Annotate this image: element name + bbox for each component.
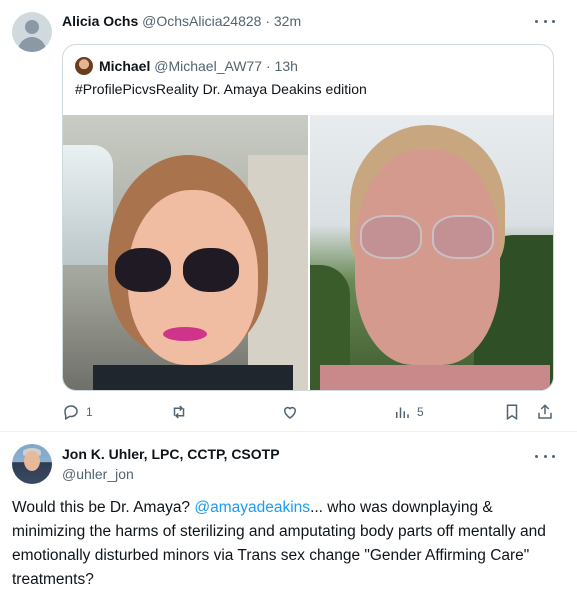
quote-text: #ProfilePicvsReality Dr. Amaya Deakins e…: [75, 81, 367, 97]
mention-link[interactable]: @amayadeakins: [194, 499, 310, 516]
share-icon: [538, 404, 552, 419]
sunglasses-lens: [183, 248, 239, 292]
shirt: [320, 365, 550, 390]
lips: [163, 327, 207, 341]
quoted-tweet[interactable]: Michael @Michael_AW77 · 13h #ProfilePicv…: [62, 44, 554, 391]
shirt: [93, 365, 293, 390]
tweet-header: Alicia Ochs @OchsAlicia24828 · 32m: [62, 12, 301, 30]
tweet-alicia[interactable]: Alicia Ochs @OchsAlicia24828 · 32m Micha…: [0, 0, 577, 432]
avatar[interactable]: [12, 12, 52, 52]
bookmark-button[interactable]: [503, 402, 521, 422]
quote-author-name[interactable]: Michael: [99, 58, 150, 74]
more-icon[interactable]: [535, 13, 555, 29]
author-handle[interactable]: @uhler_jon: [62, 465, 134, 483]
glasses-lens: [360, 215, 422, 259]
retweet-button[interactable]: [170, 402, 194, 422]
quote-avatar[interactable]: [75, 57, 93, 75]
like-button[interactable]: [281, 402, 305, 422]
share-button[interactable]: [536, 402, 554, 422]
timestamp[interactable]: 32m: [274, 13, 301, 29]
reply-icon: [64, 405, 78, 421]
author-name[interactable]: Alicia Ochs: [62, 13, 138, 29]
views-icon: [396, 407, 409, 418]
views-button[interactable]: 5: [393, 402, 424, 422]
default-avatar-head: [25, 20, 39, 34]
separator: ·: [262, 58, 275, 74]
sunglasses-lens: [115, 248, 171, 292]
separator: ·: [261, 13, 274, 29]
bookmark-icon: [506, 404, 518, 421]
quote-timestamp[interactable]: 13h: [275, 58, 298, 74]
quote-header: Michael @Michael_AW77 · 13h: [99, 57, 298, 75]
quote-photo-left[interactable]: [63, 115, 308, 390]
quote-photo-right[interactable]: [310, 115, 553, 390]
reply-count: 1: [86, 405, 93, 419]
author-name[interactable]: Jon K. Uhler, LPC, CCTP, CSOTP: [62, 445, 280, 463]
car-window: [63, 145, 113, 265]
tweet-text-part: Would this be Dr. Amaya?: [12, 499, 195, 516]
glasses-lens: [432, 215, 494, 259]
avatar-face: [24, 451, 40, 471]
views-count: 5: [417, 405, 424, 419]
quote-author-handle[interactable]: @Michael_AW77: [154, 58, 262, 74]
avatar[interactable]: [12, 444, 52, 484]
author-handle[interactable]: @OchsAlicia24828: [142, 13, 261, 29]
tweet-jon[interactable]: Jon K. Uhler, LPC, CCTP, CSOTP @uhler_jo…: [0, 432, 577, 591]
heart-icon: [283, 406, 297, 419]
reply-button[interactable]: 1: [62, 402, 93, 422]
tweet-actions: 1 5: [62, 402, 554, 422]
retweet-icon: [173, 405, 185, 419]
more-icon[interactable]: [535, 448, 555, 464]
default-avatar-body: [18, 37, 46, 52]
tweet-text: Would this be Dr. Amaya? @amayadeakins..…: [12, 496, 568, 591]
